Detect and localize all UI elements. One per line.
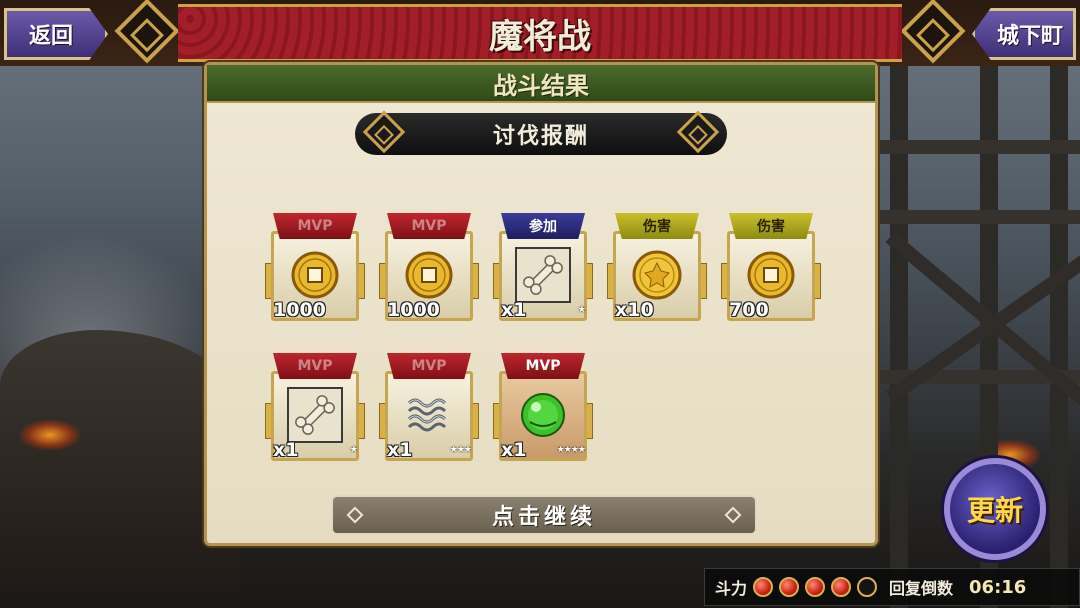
recover-timer: 06:16 <box>969 576 1027 598</box>
knot-ornament-icon <box>900 0 966 64</box>
stamina-orb-full-icon <box>831 577 852 597</box>
reward-item[interactable]: 伤害 700 <box>721 213 821 325</box>
fire <box>20 420 80 450</box>
reward-grid: MVP 1000 MVP 1000 参加 x1 ★ 伤害 x10 伤害 700 … <box>207 65 875 543</box>
reward-tab: MVP <box>387 353 471 379</box>
reward-quantity: 1000 <box>387 299 440 321</box>
title-banner: 魔将战 <box>178 4 902 62</box>
reward-tab: MVP <box>501 353 585 379</box>
reward-quantity: x1 <box>273 439 299 461</box>
rarity-stars: ★★★★ <box>556 445 586 455</box>
reward-tab: MVP <box>387 213 471 239</box>
reward-item[interactable]: 伤害 x10 <box>607 213 707 325</box>
stamina-label: 斗力 <box>715 579 748 598</box>
stamina-orb-full-icon <box>779 577 800 597</box>
stamina-orb-full-icon <box>753 577 774 597</box>
recover-label: 回复倒数 <box>889 579 954 598</box>
reward-tab: MVP <box>273 213 357 239</box>
ornament-icon <box>346 506 364 524</box>
top-bar: 魔将战 返回 城下町 <box>0 0 1080 66</box>
continue-button-label: 点击继续 <box>491 505 596 530</box>
reward-quantity: 700 <box>729 299 769 321</box>
reward-tab: 伤害 <box>729 213 813 239</box>
reward-quantity: 1000 <box>273 299 326 321</box>
reward-item[interactable]: MVP x1 ★★★ <box>379 353 479 465</box>
reward-item[interactable]: MVP x1 ★ <box>265 353 365 465</box>
continue-button[interactable]: 点击继续 <box>331 495 757 535</box>
gold-medallion-icon <box>629 247 685 303</box>
back-button-label: 返回 <box>29 24 74 49</box>
bone-icon <box>287 387 343 443</box>
reward-item[interactable]: MVP 1000 <box>379 213 479 325</box>
reward-tab: MVP <box>273 353 357 379</box>
back-button[interactable]: 返回 <box>4 8 108 60</box>
knot-ornament-icon <box>114 0 180 64</box>
rarity-stars: ★ <box>349 445 358 455</box>
iron-spring-icon <box>401 387 457 443</box>
stamina-status-bar: 斗力 回复倒数 06:16 <box>704 568 1080 606</box>
reward-quantity: x10 <box>615 299 654 321</box>
stamina-orbs <box>753 577 878 597</box>
reward-quantity: x1 <box>501 439 527 461</box>
reward-tab: 参加 <box>501 213 585 239</box>
page-title: 魔将战 <box>489 16 591 57</box>
reward-quantity: x1 <box>387 439 413 461</box>
refresh-button-label: 更新 <box>966 494 1023 527</box>
reward-item[interactable]: MVP 1000 <box>265 213 365 325</box>
gold-coin-icon <box>287 247 343 303</box>
bone-icon <box>515 247 571 303</box>
refresh-button[interactable]: 更新 <box>944 458 1046 560</box>
rarity-stars: ★ <box>577 305 586 315</box>
reward-tab: 伤害 <box>615 213 699 239</box>
green-orb-icon <box>515 387 571 443</box>
rarity-stars: ★★★ <box>449 445 472 455</box>
gold-coin-icon <box>401 247 457 303</box>
gold-coin-icon <box>743 247 799 303</box>
stamina-orb-empty-icon <box>857 577 878 597</box>
stamina-orb-full-icon <box>805 577 826 597</box>
reward-item[interactable]: 参加 x1 ★ <box>493 213 593 325</box>
battle-result-panel[interactable]: 战斗结果 讨伐报酬 MVP 1000 MVP 1000 参加 x1 ★ 伤害 x… <box>204 62 878 546</box>
town-button[interactable]: 城下町 <box>972 8 1076 60</box>
reward-quantity: x1 <box>501 299 527 321</box>
town-button-label: 城下町 <box>997 24 1064 49</box>
ornament-icon <box>724 506 742 524</box>
reward-item[interactable]: MVP x1 ★★★★ <box>493 353 593 465</box>
